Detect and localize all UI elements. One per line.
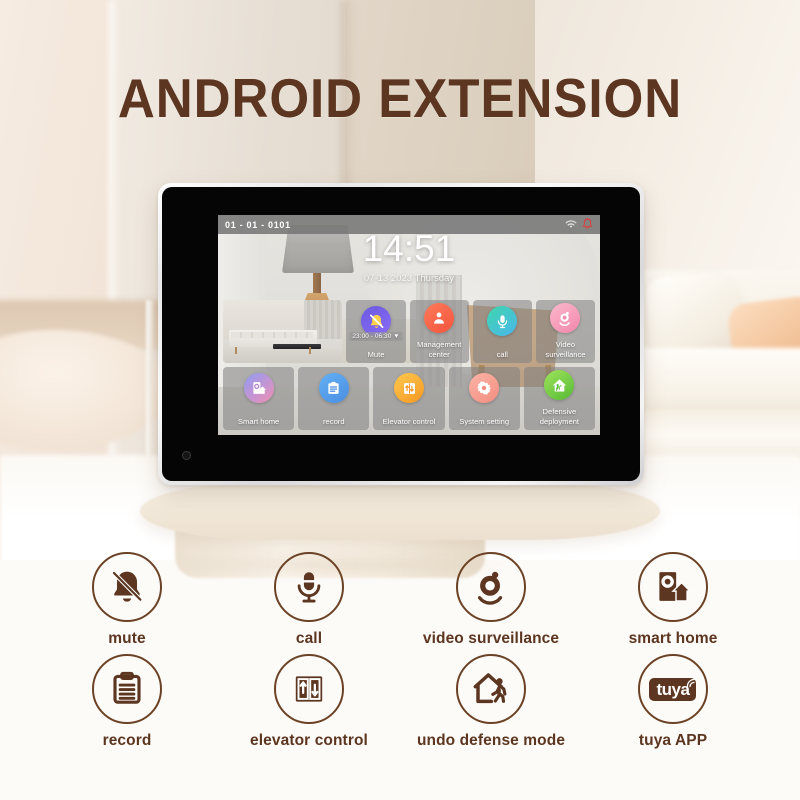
photo-floor xyxy=(223,346,343,363)
feature-label: call xyxy=(295,630,323,647)
gear-icon xyxy=(469,373,500,403)
tuya-logo-icon: tuya xyxy=(638,654,708,724)
tile-label: Mute xyxy=(367,349,385,359)
feature-row-1: mute call video surveillance smart home xyxy=(36,552,764,648)
feature-tuya-app[interactable]: tuya tuya APP xyxy=(582,654,764,750)
microphone-icon xyxy=(274,552,344,622)
device-id-label: 01 - 01 - 0101 xyxy=(225,219,291,230)
tile-label: Smart home xyxy=(237,416,280,426)
microphone-icon xyxy=(487,306,518,336)
feature-label: tuya APP xyxy=(638,732,708,749)
wifi-icon xyxy=(565,216,577,234)
alarm-icon xyxy=(582,216,593,234)
tile-photo-preview[interactable] xyxy=(223,300,343,363)
tile-label: Defensive deployment xyxy=(539,407,580,426)
feature-record[interactable]: record xyxy=(36,654,218,750)
tile-smart-home[interactable]: Smart home xyxy=(223,367,295,430)
status-bar: 01 - 01 - 0101 xyxy=(218,215,600,234)
tile-label: call xyxy=(496,349,508,359)
tile-label: Video surveillance xyxy=(545,340,586,359)
tile-elevator-control[interactable]: Elevator control xyxy=(373,367,445,430)
page-title: ANDROID EXTENSION xyxy=(117,67,683,129)
tile-label: Management center xyxy=(417,340,462,359)
photo-sofa-leg xyxy=(309,346,311,355)
smart-home-icon xyxy=(243,373,274,403)
proximity-sensor-icon xyxy=(182,451,191,460)
camera-icon xyxy=(550,303,581,333)
feature-row-2: record elevator control undo defense mod… xyxy=(36,654,764,750)
device-screen[interactable]: 14:51 07-13 2023 Thursday 01 - 01 - 0101 xyxy=(218,215,600,435)
pillow-cream xyxy=(645,271,743,361)
feature-list: mute call video surveillance smart home … xyxy=(0,552,800,750)
feature-smart-home[interactable]: smart home xyxy=(582,552,764,648)
tile-record[interactable]: record xyxy=(298,367,370,430)
tile-mute[interactable]: 23:00 - 06:30 ▼ Mute xyxy=(346,300,406,363)
camera-icon xyxy=(456,552,526,622)
feature-label: record xyxy=(102,732,152,749)
feature-label: mute xyxy=(108,630,146,647)
feature-undo-defense-mode[interactable]: undo defense mode xyxy=(400,654,582,750)
tile-label: System setting xyxy=(459,416,510,426)
app-tile-grid: 23:00 - 06:30 ▼ Mute Management center c… xyxy=(223,300,596,430)
shield-home-icon xyxy=(544,370,575,400)
photo-cushions xyxy=(231,331,313,338)
device-frame: 14:51 07-13 2023 Thursday 01 - 01 - 0101 xyxy=(158,183,644,485)
bell-mute-icon xyxy=(92,552,162,622)
feature-label: elevator control xyxy=(250,732,368,749)
status-icons xyxy=(565,216,593,234)
pedestal-top xyxy=(140,482,660,540)
tile-video-surveillance[interactable]: Video surveillance xyxy=(535,300,596,363)
tile-management-center[interactable]: Management center xyxy=(409,300,469,363)
smart-home-icon xyxy=(638,552,708,622)
tile-label: Elevator control xyxy=(382,416,436,426)
feature-label: undo defense mode xyxy=(416,732,566,749)
clipboard-icon xyxy=(318,373,349,403)
feature-call[interactable]: call xyxy=(218,552,400,648)
tile-system-setting[interactable]: System setting xyxy=(448,367,520,430)
photo-coffee-table xyxy=(273,344,321,350)
elevator-icon xyxy=(274,654,344,724)
feature-mute[interactable]: mute xyxy=(36,552,218,648)
house-walking-person-icon xyxy=(456,654,526,724)
elevator-icon xyxy=(394,373,424,403)
tile-row-1: 23:00 - 06:30 ▼ Mute Management center c… xyxy=(223,300,596,363)
tile-row-2: Smart home record Elevator control Syste… xyxy=(223,367,596,430)
mute-schedule-badge[interactable]: 23:00 - 06:30 ▼ xyxy=(349,332,403,341)
feature-label: smart home xyxy=(628,630,718,647)
photo-sofa-leg xyxy=(234,346,237,355)
feature-label: video surveillance xyxy=(422,630,560,647)
person-icon xyxy=(424,303,455,333)
device-bezel: 14:51 07-13 2023 Thursday 01 - 01 - 0101 xyxy=(162,187,640,481)
feature-elevator-control[interactable]: elevator control xyxy=(218,654,400,750)
feature-video-surveillance[interactable]: video surveillance xyxy=(400,552,582,648)
tile-defensive-deployment[interactable]: Defensive deployment xyxy=(523,367,596,430)
page-root: ANDROID EXTENSION 14:51 07-13 2023 Thurs… xyxy=(0,0,800,800)
clipboard-icon xyxy=(92,654,162,724)
tile-label: record xyxy=(323,416,345,426)
floor-lamp-stem xyxy=(146,300,153,480)
tile-call[interactable]: call xyxy=(472,300,532,363)
